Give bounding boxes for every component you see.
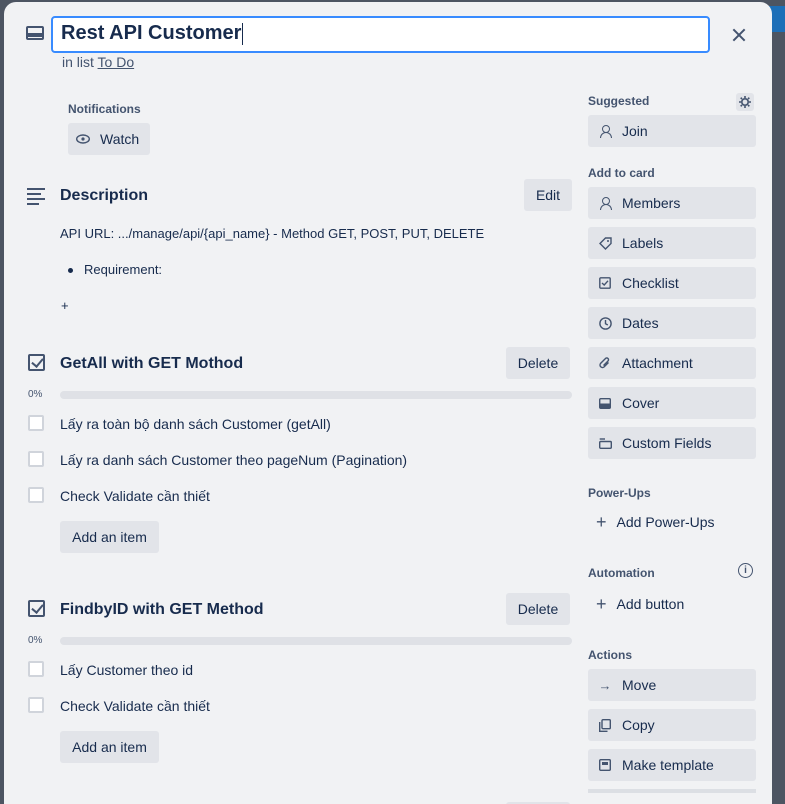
add-automation-button[interactable]: + Add button xyxy=(596,594,685,614)
actions-label: Actions xyxy=(588,648,633,662)
add-button-label: Add button xyxy=(616,596,685,612)
delete-checklist-button[interactable]: Delete xyxy=(506,347,570,379)
checklist-label: Checklist xyxy=(622,275,679,291)
add-item-button[interactable]: Add an item xyxy=(60,521,159,553)
members-label: Members xyxy=(622,195,681,211)
checklist-icon xyxy=(28,354,45,371)
checklist-button[interactable]: Checklist xyxy=(588,267,756,299)
automation-label: Automation xyxy=(588,566,655,580)
description-plus: + xyxy=(61,298,69,313)
arrow-right-icon: → xyxy=(598,677,612,693)
move-label: Move xyxy=(622,677,657,693)
custom-fields-button[interactable]: Custom Fields xyxy=(588,427,756,459)
checklist-checkbox[interactable] xyxy=(28,451,44,467)
custom-fields-icon xyxy=(598,436,612,450)
plus-icon: + xyxy=(596,512,607,532)
card-detail-modal: Rest API Customer in list To Do Notifica… xyxy=(4,2,772,804)
suggested-label: Suggested xyxy=(588,94,650,108)
tag-icon xyxy=(598,236,612,250)
notifications-label: Notifications xyxy=(68,102,141,116)
clock-icon xyxy=(598,316,612,330)
cover-button[interactable]: Cover xyxy=(588,387,756,419)
labels-button[interactable]: Labels xyxy=(588,227,756,259)
members-button[interactable]: Members xyxy=(588,187,756,219)
checklist-checkbox[interactable] xyxy=(28,415,44,431)
list-name-link[interactable]: To Do xyxy=(98,54,135,70)
progress-percent: 0% xyxy=(28,389,43,400)
labels-label: Labels xyxy=(622,235,664,251)
bullet-dot xyxy=(68,268,73,273)
watch-label: Watch xyxy=(100,131,140,147)
add-item-button[interactable]: Add an item xyxy=(60,731,159,763)
copy-icon xyxy=(598,718,612,732)
checklist-item[interactable]: Check Validate cần thiết xyxy=(60,698,210,714)
custom-fields-label: Custom Fields xyxy=(622,435,712,451)
text-caret xyxy=(242,22,244,45)
make-template-button[interactable]: Make template xyxy=(588,749,756,781)
sidebar-divider xyxy=(588,789,756,793)
edit-description-button[interactable]: Edit xyxy=(524,179,572,211)
card-title-input[interactable]: Rest API Customer xyxy=(51,16,710,53)
in-list-text: in list To Do xyxy=(62,54,134,70)
paperclip-icon xyxy=(598,356,612,370)
cover-label: Cover xyxy=(622,395,660,411)
checklist-item[interactable]: Lấy ra toàn bộ danh sách Customer (getAl… xyxy=(60,416,331,432)
progress-bar xyxy=(60,391,572,399)
checklist-item[interactable]: Check Validate cần thiết xyxy=(60,488,210,504)
description-bullet: Requirement: xyxy=(84,262,163,277)
add-to-card-label: Add to card xyxy=(588,166,655,180)
copy-label: Copy xyxy=(622,717,655,733)
checklist-checkbox[interactable] xyxy=(28,661,44,677)
add-powerups-label: Add Power-Ups xyxy=(616,514,715,530)
in-list-prefix: in list xyxy=(62,54,94,70)
add-powerups-button[interactable]: + Add Power-Ups xyxy=(596,512,715,532)
info-icon[interactable]: i xyxy=(738,563,753,578)
checklist-item[interactable]: Lấy Customer theo id xyxy=(60,662,193,678)
checkbox-icon xyxy=(598,276,612,290)
description-title: Description xyxy=(60,187,149,204)
progress-bar xyxy=(60,637,572,645)
checklist-item[interactable]: Lấy ra danh sách Customer theo pageNum (… xyxy=(60,452,407,468)
checklist-checkbox[interactable] xyxy=(28,487,44,503)
checklist-icon xyxy=(28,600,45,617)
checklist-checkbox[interactable] xyxy=(28,697,44,713)
description-icon xyxy=(27,188,45,205)
card-icon xyxy=(26,26,44,40)
person-icon xyxy=(598,124,612,138)
join-label: Join xyxy=(622,123,648,139)
gear-icon[interactable] xyxy=(736,93,754,111)
powerups-label: Power-Ups xyxy=(588,486,651,500)
move-button[interactable]: → Move xyxy=(588,669,756,701)
attachment-label: Attachment xyxy=(622,355,693,371)
checklist-title: FindbyID with GET Method xyxy=(60,601,264,618)
watch-button[interactable]: Watch xyxy=(68,123,150,155)
join-button[interactable]: Join xyxy=(588,115,756,147)
dates-button[interactable]: Dates xyxy=(588,307,756,339)
cover-icon xyxy=(598,396,612,410)
delete-checklist-button[interactable]: Delete xyxy=(506,593,570,625)
close-icon[interactable] xyxy=(726,22,752,48)
template-icon xyxy=(598,758,612,772)
eye-icon xyxy=(76,132,90,146)
description-line: API URL: .../manage/api/{api_name} - Met… xyxy=(60,226,485,241)
person-icon xyxy=(598,196,612,210)
copy-button[interactable]: Copy xyxy=(588,709,756,741)
plus-icon: + xyxy=(596,594,607,614)
dates-label: Dates xyxy=(622,315,659,331)
make-template-label: Make template xyxy=(622,757,714,773)
attachment-button[interactable]: Attachment xyxy=(588,347,756,379)
progress-percent: 0% xyxy=(28,635,43,646)
checklist-title: GetAll with GET Mothod xyxy=(60,355,244,372)
